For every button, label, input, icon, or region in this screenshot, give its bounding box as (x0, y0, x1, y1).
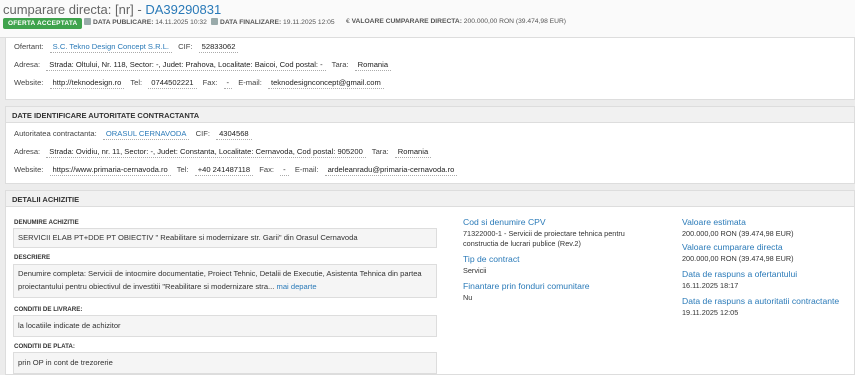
fax-label: Fax: (202, 78, 218, 87)
estimated-value: 200.000,00 RON (39.474,98 EUR) (682, 229, 794, 238)
authority-fax-label: Fax: (259, 165, 275, 174)
website-value: http://teknodesign.ro (49, 77, 125, 89)
value-amount: 200.000,00 RON (39.474,98 EUR) (463, 18, 567, 25)
authority-tel-label: Tel: (176, 165, 189, 174)
title-prefix: cumparare directa: [nr] - (3, 2, 146, 17)
plata-label: CONDITII DE PLATA: (14, 343, 75, 350)
page-title: cumparare directa: [nr] - DA39290831 (3, 2, 221, 17)
authority-address-row: Adresa: Strada: Ovidiu, nr. 11, Sector: … (14, 146, 435, 158)
cif-value: 52833062 (198, 41, 239, 53)
authority-cif-value: 4304568 (216, 128, 252, 140)
purchase-value-title: Valoare cumparare directa (682, 242, 783, 252)
authority-section: DATE IDENTIFICARE AUTORITATE CONTRACTANT… (5, 106, 855, 184)
offerer-response-date: 16.11.2025 18:17 (682, 281, 739, 290)
offerer-response-title: Data de raspuns a ofertantului (682, 269, 798, 279)
email-value: teknodesignconcept@gmail.com (267, 77, 384, 89)
livrare-field: la locatiile indicate de achizitor (13, 315, 437, 337)
authority-email-value: ardeleanradu@primaria-cernavoda.ro (324, 164, 458, 176)
country-value: Romania (354, 59, 392, 71)
authority-link[interactable]: ORASUL CERNAVODA (102, 128, 190, 140)
country-label: Tara: (331, 60, 349, 69)
offerer-row: Ofertant: S.C. Tekno Design Concept S.R.… (14, 41, 242, 53)
authority-response-date: 19.11.2025 12:05 (682, 308, 739, 317)
calendar-icon (84, 18, 91, 25)
contract-type-value: Servicii (463, 266, 487, 275)
calendar-icon (211, 18, 218, 25)
ofertant-label: Ofertant: (14, 42, 44, 51)
offerer-section: Ofertant: S.C. Tekno Design Concept S.R.… (5, 38, 855, 100)
finantare-title: Finantare prin fonduri comunitare (463, 281, 590, 291)
finalize-date-value: 19.11.2025 12:05 (283, 19, 335, 26)
value-label: VALOARE CUMPARARE DIRECTA: (351, 18, 462, 25)
authority-address-value: Strada: Ovidiu, nr. 11, Sector: -, Judet… (46, 146, 366, 158)
denumire-field: SERVICII ELAB PT+DDE PT OBIECTIV " Reabi… (13, 228, 437, 248)
denumire-label: DENUMIRE ACHIZITIE (14, 219, 79, 226)
authority-fax-value: - (280, 164, 289, 176)
details-section: DETALII ACHIZITIE DENUMIRE ACHIZITIE SER… (5, 190, 855, 375)
address-value: Strada: Oltului, Nr. 118, Sector: -, Jud… (46, 59, 326, 71)
authority-cif-label: CIF: (195, 129, 210, 138)
descriere-field: Denumire completa: Servicii de intocmire… (13, 264, 437, 298)
tel-value: 0744502221 (148, 77, 197, 89)
purchase-value: 200.000,00 RON (39.474,98 EUR) (682, 254, 794, 263)
authority-address-label: Adresa: (14, 147, 41, 156)
direct-purchase-value: € VALOARE CUMPARARE DIRECTA: 200.000,00 … (346, 18, 566, 25)
authority-country-value: Romania (394, 146, 432, 158)
authority-label: Autoritatea contractanta: (14, 129, 97, 138)
status-badge: OFERTA ACCEPTATA (3, 18, 83, 29)
authority-email-label: E-mail: (294, 165, 319, 174)
details-section-title: DETALII ACHIZITIE (6, 191, 854, 207)
page-header: cumparare directa: [nr] - DA39290831 OFE… (0, 0, 855, 38)
publish-date: DATA PUBLICARE: 14.11.2025 10:32 (84, 18, 207, 26)
cpv-title: Cod si denumire CPV (463, 217, 546, 227)
offerer-address-row: Adresa: Strada: Oltului, Nr. 118, Sector… (14, 59, 395, 71)
descriere-label: DESCRIERE (14, 254, 51, 261)
authority-response-title: Data de raspuns a autoritatii contractan… (682, 296, 840, 306)
estimated-value-title: Valoare estimata (682, 217, 746, 227)
fax-value: - (223, 77, 233, 89)
authority-country-label: Tara: (371, 147, 389, 156)
cpv-value-line-2: constructia de lucrari publice (Rev.2) (463, 239, 581, 248)
address-label: Adresa: (14, 60, 41, 69)
authority-contact-row: Website: https://www.primaria-cernavoda.… (14, 164, 461, 176)
finantare-value: Nu (463, 293, 473, 302)
authority-row: Autoritatea contractanta: ORASUL CERNAVO… (14, 128, 256, 140)
website-label: Website: (14, 78, 44, 87)
read-more-link[interactable]: mai departe (277, 282, 317, 291)
tel-label: Tel: (130, 78, 143, 87)
finalize-date-label: DATA FINALIZARE: (220, 19, 282, 26)
cif-label: CIF: (178, 42, 193, 51)
authority-website-value: https://www.primaria-cernavoda.ro (49, 164, 171, 176)
descriere-text: Denumire completa: Servicii de intocmire… (18, 269, 422, 291)
finalize-date: DATA FINALIZARE: 19.11.2025 12:05 (211, 18, 335, 26)
livrare-label: CONDITII DE LIVRARE: (14, 306, 83, 313)
publish-date-value: 14.11.2025 10:32 (155, 19, 207, 26)
authority-tel-value: +40 241487118 (194, 164, 254, 176)
publish-date-label: DATA PUBLICARE: (93, 19, 154, 26)
authority-section-title: DATE IDENTIFICARE AUTORITATE CONTRACTANT… (6, 107, 854, 123)
offerer-contact-row: Website: http://teknodesign.ro Tel: 0744… (14, 77, 388, 89)
contract-type-title: Tip de contract (463, 254, 520, 264)
procurement-code: DA39290831 (145, 2, 222, 17)
ofertant-link[interactable]: S.C. Tekno Design Concept S.R.L. (49, 41, 173, 53)
email-label: E-mail: (238, 78, 262, 87)
plata-field: prin OP in cont de trezorerie (13, 352, 437, 374)
euro-icon: € (346, 18, 350, 25)
cpv-value-line-1: 71322000-1 - Servicii de proiectare tehn… (463, 229, 625, 238)
authority-website-label: Website: (14, 165, 44, 174)
